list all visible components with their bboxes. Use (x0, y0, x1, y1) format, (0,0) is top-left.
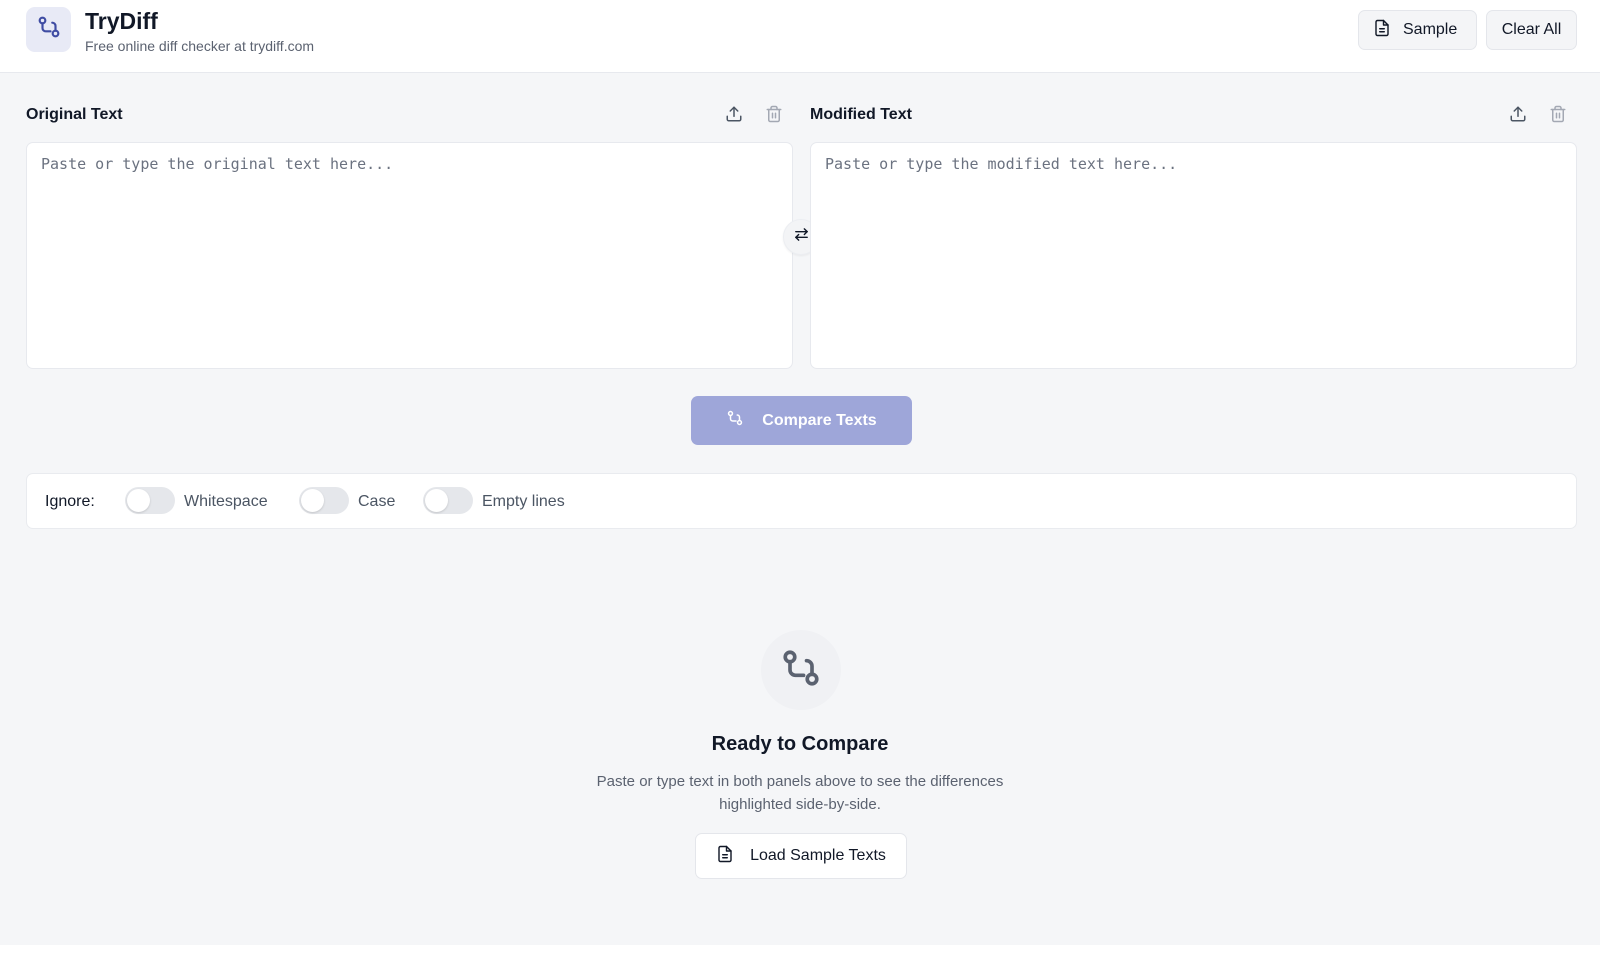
empty-state-description: Paste or type text in both panels above … (596, 773, 1004, 813)
original-text-panel (26, 142, 793, 369)
app-logo (26, 7, 71, 52)
case-toggle[interactable] (299, 487, 349, 514)
load-sample-texts-button[interactable]: Load Sample Texts (695, 833, 907, 879)
sample-button[interactable]: Sample (1358, 10, 1477, 50)
whitespace-label: Whitespace (184, 493, 268, 510)
toggle-knob (301, 489, 324, 512)
ignore-label: Ignore: (45, 493, 95, 510)
modified-text-label: Modified Text (810, 106, 912, 123)
empty-state-title: Ready to Compare (711, 733, 889, 755)
sample-button-label: Sample (1403, 21, 1458, 38)
trash-icon (1549, 105, 1567, 128)
modified-text-input[interactable] (811, 143, 1576, 368)
toggle-knob (425, 489, 448, 512)
upload-modified-button[interactable] (1506, 104, 1530, 128)
file-text-icon (716, 845, 734, 868)
footer-strip (0, 945, 1600, 957)
clear-modified-button[interactable] (1546, 104, 1570, 128)
compare-texts-label: Compare Texts (762, 411, 877, 429)
git-compare-icon (726, 409, 744, 432)
file-text-icon (1373, 19, 1391, 42)
whitespace-toggle[interactable] (125, 487, 175, 514)
swap-arrows-icon (793, 226, 810, 248)
trash-icon (765, 105, 783, 128)
git-compare-icon (779, 646, 823, 695)
original-text-input[interactable] (27, 143, 792, 368)
upload-original-button[interactable] (722, 104, 746, 128)
upload-icon (1509, 105, 1527, 128)
load-sample-texts-label: Load Sample Texts (750, 847, 886, 864)
app-header: TryDiff Free online diff checker at tryd… (0, 0, 1600, 73)
app-title: TryDiff (85, 8, 158, 34)
case-label: Case (358, 493, 396, 510)
empty-lines-label: Empty lines (482, 493, 565, 510)
ignore-options-bar: Ignore: Whitespace Case Empty lines (26, 473, 1577, 529)
clear-original-button[interactable] (762, 104, 786, 128)
clear-all-label: Clear All (1501, 21, 1562, 38)
original-text-label: Original Text (26, 106, 123, 123)
upload-icon (725, 105, 743, 128)
empty-lines-toggle[interactable] (423, 487, 473, 514)
clear-all-button[interactable]: Clear All (1486, 10, 1577, 50)
empty-state-icon-circle (761, 630, 841, 710)
app-subtitle: Free online diff checker at trydiff.com (85, 38, 315, 54)
modified-text-panel (810, 142, 1577, 369)
toggle-knob (127, 489, 150, 512)
compare-texts-button[interactable]: Compare Texts (691, 396, 912, 445)
git-compare-icon (36, 14, 62, 45)
